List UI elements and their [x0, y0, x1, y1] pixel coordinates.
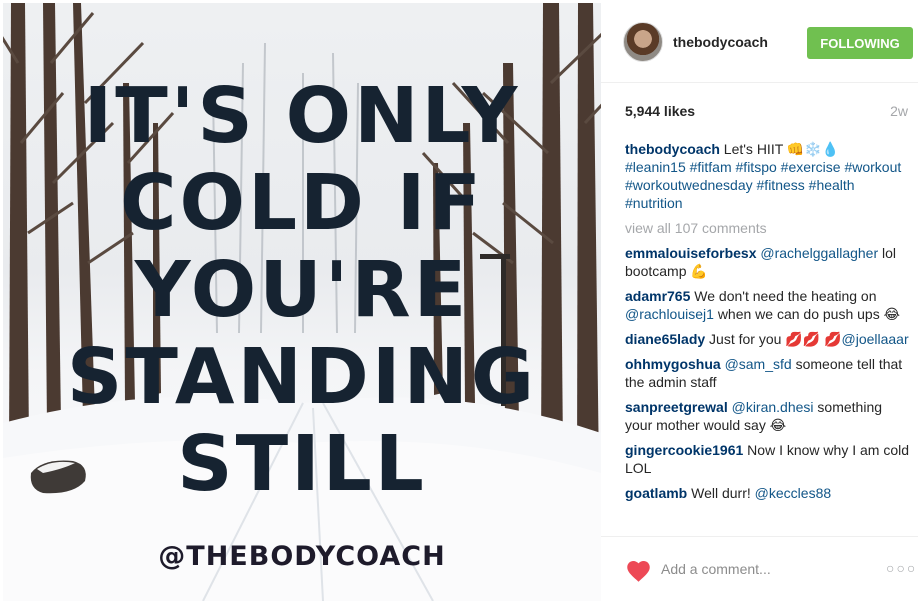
comment-text: Just for you 💋💋: [709, 331, 821, 347]
quote-line: YOU'RE: [134, 246, 470, 335]
quote-line: STILL: [177, 420, 427, 509]
list-item: gingercookie1961 Now I know why I am col…: [625, 441, 911, 477]
comment-text: Well durr!: [691, 485, 751, 501]
comment-text: when we can do push ups 😂: [717, 306, 900, 322]
comment-mention[interactable]: @sam_sfd: [725, 356, 792, 372]
comment-username[interactable]: ohhmygoshua: [625, 356, 721, 372]
following-button[interactable]: FOLLOWING: [807, 27, 913, 59]
image-quote-text: IT'S ONLY COLD IF YOU'RE STANDING STILL: [3, 73, 601, 508]
post-info-panel: thebodycoach FOLLOWING 5,944 likes 2w th…: [601, 3, 918, 601]
caption-username[interactable]: thebodycoach: [625, 141, 720, 157]
caption-text: Let's HIIT 👊❄️💧: [723, 141, 840, 157]
comment-username[interactable]: diane65lady: [625, 331, 705, 347]
list-item: diane65lady Just for you 💋💋 💋@joellaaar: [625, 330, 911, 348]
list-item: adamr765 We don't need the heating on @r…: [625, 287, 911, 323]
heart-icon[interactable]: [625, 558, 652, 583]
quote-line: STANDING: [66, 333, 538, 422]
comment-mention[interactable]: @kiran.dhesi: [732, 399, 814, 415]
quote-line: COLD IF: [119, 159, 484, 248]
comments-list[interactable]: thebodycoach Let's HIIT 👊❄️💧 #leanin15 #…: [625, 140, 911, 536]
avatar[interactable]: [623, 22, 663, 62]
comment-mention[interactable]: @rachelggallagher: [760, 245, 878, 261]
caption-hashtags[interactable]: #leanin15 #fitfam #fitspo #exercise #wor…: [625, 159, 901, 211]
more-options-icon[interactable]: ○○○: [886, 560, 917, 576]
comment-bar: ○○○: [601, 536, 918, 601]
add-comment-input[interactable]: [661, 558, 861, 580]
post-image[interactable]: IT'S ONLY COLD IF YOU'RE STANDING STILL …: [3, 3, 601, 601]
comment-username[interactable]: gingercookie1961: [625, 442, 743, 458]
comment-mention[interactable]: 💋@joellaaar: [824, 331, 909, 347]
post-age[interactable]: 2w: [890, 103, 908, 119]
list-item: goatlamb Well durr! @keccles88: [625, 484, 911, 502]
view-all-comments-link[interactable]: view all 107 comments: [625, 219, 911, 237]
comment-username[interactable]: adamr765: [625, 288, 690, 304]
comment-username[interactable]: sanpreetgrewal: [625, 399, 728, 415]
image-handle-text: @THEBODYCOACH: [158, 541, 446, 572]
comment-mention[interactable]: @keccles88: [755, 485, 831, 501]
list-item: sanpreetgrewal @kiran.dhesi something yo…: [625, 398, 911, 434]
likes-count[interactable]: 5,944 likes: [625, 103, 695, 119]
comment-text: We don't need the heating on: [694, 288, 877, 304]
comment-username[interactable]: emmalouiseforbesx: [625, 245, 757, 261]
caption: thebodycoach Let's HIIT 👊❄️💧 #leanin15 #…: [625, 140, 911, 212]
header-username-link[interactable]: thebodycoach: [673, 34, 768, 50]
comment-mention[interactable]: @rachlouisej1: [625, 306, 714, 322]
quote-line: IT'S ONLY: [83, 72, 521, 161]
list-item: emmalouiseforbesx @rachelggallagher lol …: [625, 244, 911, 280]
list-item: ohhmygoshua @sam_sfd someone tell that t…: [625, 355, 911, 391]
post-header: thebodycoach FOLLOWING: [601, 3, 918, 83]
comment-username[interactable]: goatlamb: [625, 485, 687, 501]
